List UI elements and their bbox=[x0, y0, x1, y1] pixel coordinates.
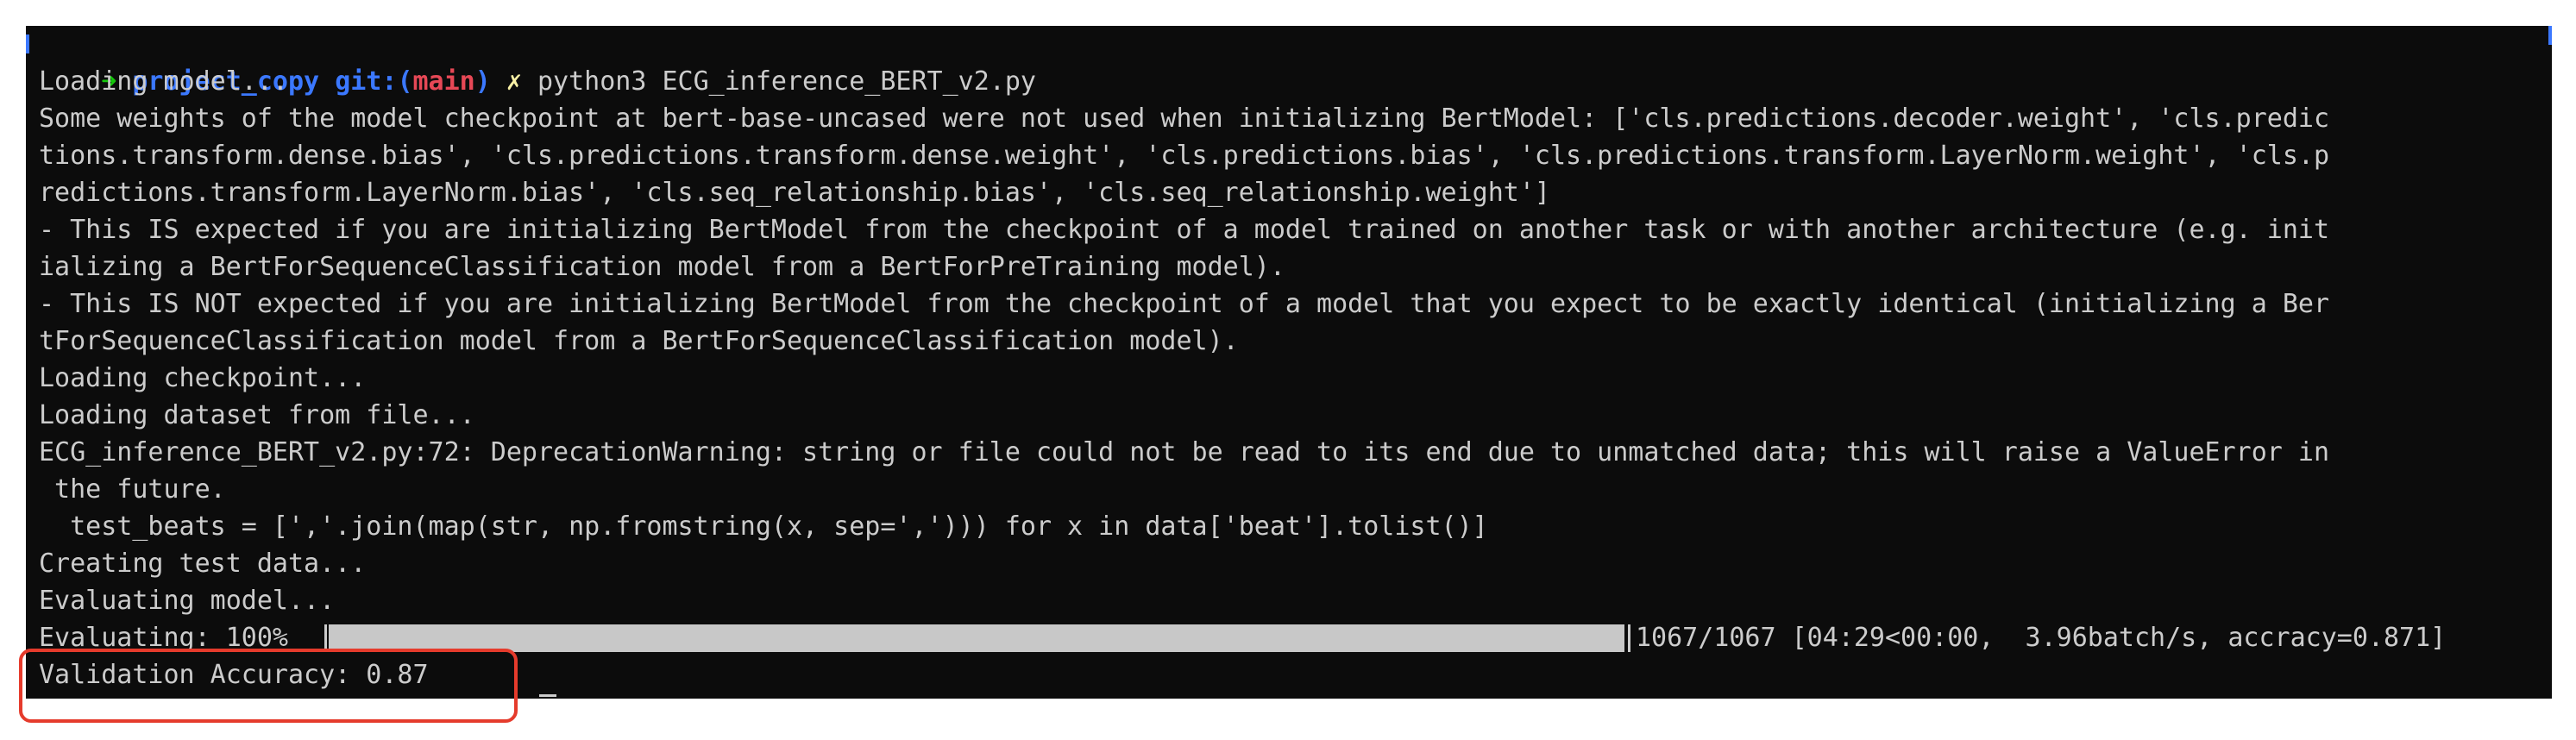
progress-bar bbox=[329, 624, 1624, 652]
progress-label: Evaluating: 100% bbox=[39, 623, 288, 653]
terminal-window[interactable]: ➜ project_copy git:(main) ✗ python3 ECG_… bbox=[26, 26, 2552, 699]
progress-bar-fill bbox=[329, 624, 1624, 652]
output-line: - This IS expected if you are initializi… bbox=[39, 215, 2330, 245]
warning-source-line: test_beats = [','.join(map(str, np.froms… bbox=[39, 511, 1488, 542]
dirty-mark-icon: ✗ bbox=[506, 66, 522, 97]
progress-bar-right-edge bbox=[1628, 624, 1630, 652]
command-text: python3 ECG_inference_BERT_v2.py bbox=[537, 66, 1036, 97]
output-line: tions.transform.dense.bias', 'cls.predic… bbox=[39, 141, 2330, 171]
git-label: git: bbox=[335, 66, 398, 97]
command-prompt-line: ➜ project_copy git:(main) ✗ python3 ECG_… bbox=[39, 26, 1036, 97]
warning-line: ECG_inference_BERT_v2.py:72: Deprecation… bbox=[39, 437, 2330, 467]
output-line: Creating test data... bbox=[39, 549, 367, 579]
prompt-marker bbox=[26, 34, 29, 53]
paren-open: ( bbox=[397, 66, 413, 97]
progress-stats: 1067/1067 [04:29<00:00, 3.96batch/s, acc… bbox=[1636, 623, 2447, 653]
output-line: Some weights of the model checkpoint at … bbox=[39, 103, 2330, 134]
progress-bar-left-edge bbox=[324, 624, 327, 652]
terminal-cursor bbox=[539, 694, 556, 697]
git-branch: main bbox=[412, 66, 475, 97]
output-line: tForSequenceClassification model from a … bbox=[39, 326, 1239, 356]
validation-accuracy-result: Validation Accuracy: 0.87 bbox=[39, 660, 429, 690]
output-line: redictions.transform.LayerNorm.bias', 'c… bbox=[39, 178, 1550, 208]
warning-line: the future. bbox=[39, 474, 226, 505]
output-line: Loading dataset from file... bbox=[39, 400, 475, 430]
output-line: Loading model... bbox=[39, 66, 288, 97]
output-line: ializing a BertForSequenceClassification… bbox=[39, 252, 1285, 282]
scroll-marker bbox=[2548, 26, 2552, 45]
output-line: Loading checkpoint... bbox=[39, 363, 367, 393]
output-line: Evaluating model... bbox=[39, 586, 336, 616]
paren-close: ) bbox=[474, 66, 491, 97]
output-line: - This IS NOT expected if you are initia… bbox=[39, 289, 2330, 319]
